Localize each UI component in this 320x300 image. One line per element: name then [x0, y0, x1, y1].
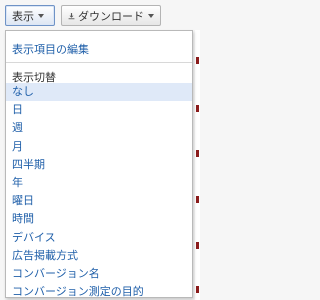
- caret-down-icon: [148, 13, 154, 18]
- toolbar: 表示 ダウンロード: [0, 0, 200, 30]
- menu-item[interactable]: デバイス: [6, 229, 192, 247]
- edit-columns-link[interactable]: 表示項目の編集: [12, 41, 89, 57]
- row-marker: [196, 150, 199, 157]
- menu-item[interactable]: 週: [6, 119, 192, 137]
- menu-item[interactable]: 日: [6, 101, 192, 119]
- row-marker: [196, 196, 199, 203]
- download-button[interactable]: ダウンロード: [61, 5, 161, 26]
- row-marker: [196, 105, 199, 112]
- view-dropdown-menu: 表示項目の編集 表示切替 なし 日 週 月 四半期 年 曜日 時間 デバイス 広…: [5, 30, 193, 298]
- view-button[interactable]: 表示: [5, 5, 55, 26]
- menu-item[interactable]: 四半期: [6, 156, 192, 174]
- download-button-label: ダウンロード: [78, 9, 144, 23]
- menu-item[interactable]: コンバージョン名: [6, 265, 192, 283]
- menu-item[interactable]: 月: [6, 138, 192, 156]
- row-marker: [196, 242, 199, 249]
- view-button-label: 表示: [12, 9, 34, 23]
- download-icon: [68, 12, 75, 19]
- caret-down-icon: [38, 13, 44, 18]
- menu-item[interactable]: 時間: [6, 210, 192, 228]
- menu-item[interactable]: コンバージョン測定の目的: [6, 283, 192, 300]
- row-marker: [196, 286, 199, 293]
- menu-item[interactable]: 広告掲載方式: [6, 247, 192, 265]
- row-marker: [196, 57, 199, 64]
- page-background: [195, 30, 200, 300]
- menu-item[interactable]: なし: [6, 83, 192, 102]
- segment-options: なし 日 週 月 四半期 年 曜日 時間 デバイス 広告掲載方式 コンバージョン…: [6, 83, 192, 300]
- menu-item[interactable]: 曜日: [6, 192, 192, 210]
- menu-divider: [6, 62, 192, 63]
- menu-item[interactable]: 年: [6, 174, 192, 192]
- report-view: 表示 ダウンロード 表示項目の編集 表示切替 なし 日 週 月 四半期 年 曜日…: [0, 0, 200, 300]
